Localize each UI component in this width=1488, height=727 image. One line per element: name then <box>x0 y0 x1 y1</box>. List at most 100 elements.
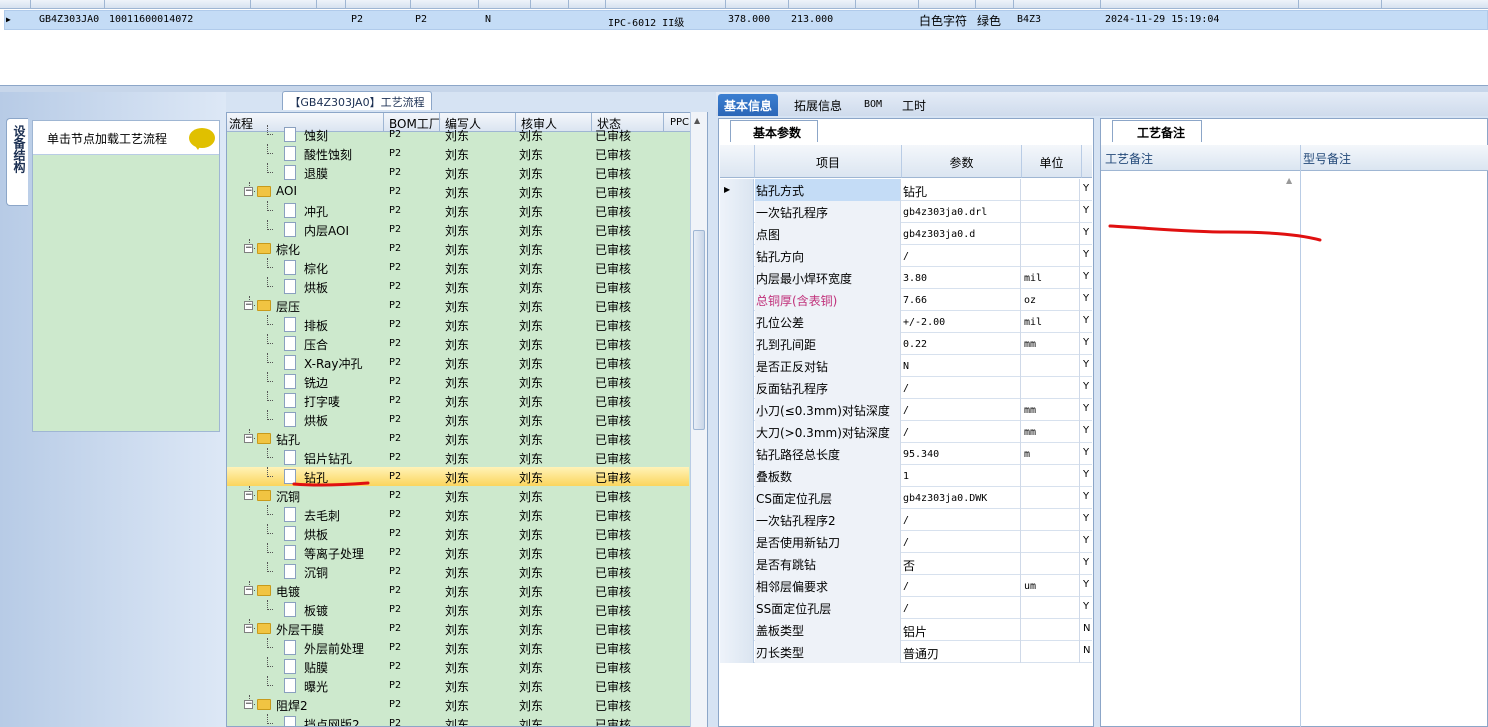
param-value[interactable]: / <box>902 509 1021 531</box>
param-value[interactable]: N <box>902 355 1021 377</box>
collapse-icon[interactable]: − <box>244 586 253 595</box>
param-row[interactable]: 小刀(≤0.3mm)对钻深度 / mm Y <box>720 399 1092 421</box>
remark-col-model[interactable]: 型号备注 <box>1303 150 1351 167</box>
row-header[interactable] <box>720 553 754 575</box>
params-col-value[interactable]: 参数 <box>902 145 1022 178</box>
tree-row[interactable]: − 外层干膜 P2 刘东 刘东 已审核 <box>227 619 689 638</box>
tab-process-flow[interactable]: 【GB4Z303JA0】工艺流程 <box>282 91 432 110</box>
row-header[interactable] <box>720 487 754 509</box>
tree-row[interactable]: − 层压 P2 刘东 刘东 已审核 <box>227 296 689 315</box>
tree-row[interactable]: 打字唛 P2 刘东 刘东 已审核 <box>227 391 689 410</box>
tree-row[interactable]: 烘板 P2 刘东 刘东 已审核 <box>227 524 689 543</box>
param-value[interactable]: / <box>902 421 1021 443</box>
row-header[interactable] <box>720 245 754 267</box>
tab-process-remark[interactable]: 工艺备注 <box>1112 120 1202 142</box>
param-row[interactable]: 盖板类型 铝片 N <box>720 619 1092 641</box>
row-header[interactable] <box>720 465 754 487</box>
param-value[interactable]: +/-2.00 <box>902 311 1021 333</box>
param-value[interactable]: / <box>902 597 1021 619</box>
param-row[interactable]: 是否正反对钻 N Y <box>720 355 1092 377</box>
tree-row[interactable]: 挡点网版2 P2 刘东 刘东 已审核 <box>227 714 689 726</box>
param-row[interactable]: 是否使用新钻刀 / Y <box>720 531 1092 553</box>
param-row[interactable]: 叠板数 1 Y <box>720 465 1092 487</box>
collapse-icon[interactable]: − <box>244 491 253 500</box>
tree-row[interactable]: 铝片钻孔 P2 刘东 刘东 已审核 <box>227 448 689 467</box>
tree-row[interactable]: − 阻焊2 P2 刘东 刘东 已审核 <box>227 695 689 714</box>
tree-row[interactable]: 沉铜 P2 刘东 刘东 已审核 <box>227 562 689 581</box>
params-col-item[interactable]: 项目 <box>755 145 902 178</box>
tree-row[interactable]: − 棕化 P2 刘东 刘东 已审核 <box>227 239 689 258</box>
row-header[interactable] <box>720 223 754 245</box>
param-row[interactable]: 钻孔方向 / Y <box>720 245 1092 267</box>
tree-row[interactable]: 压合 P2 刘东 刘东 已审核 <box>227 334 689 353</box>
row-header[interactable] <box>720 619 754 641</box>
param-value[interactable]: 3.80 <box>902 267 1021 289</box>
tree-row[interactable]: − 钻孔 P2 刘东 刘东 已审核 <box>227 429 689 448</box>
param-value[interactable]: 0.22 <box>902 333 1021 355</box>
tree-row[interactable]: X-Ray冲孔 P2 刘东 刘东 已审核 <box>227 353 689 372</box>
param-row[interactable]: 刃长类型 普通刃 N <box>720 641 1092 663</box>
tree-row[interactable]: 贴膜 P2 刘东 刘东 已审核 <box>227 657 689 676</box>
param-row[interactable]: 一次钻孔程序 gb4z303ja0.drl Y <box>720 201 1092 223</box>
tree-scrollbar[interactable]: ▲ <box>690 112 707 727</box>
top-grid-row[interactable]: ▶ GB4Z303JA0 10011600014072 P2 P2 N IPC-… <box>4 10 1488 30</box>
param-value[interactable]: / <box>902 531 1021 553</box>
tree-row[interactable]: 排板 P2 刘东 刘东 已审核 <box>227 315 689 334</box>
param-value[interactable]: gb4z303ja0.d <box>902 223 1021 245</box>
param-row[interactable]: CS面定位孔层 gb4z303ja0.DWK Y <box>720 487 1092 509</box>
tree-row[interactable]: − 电镀 P2 刘东 刘东 已审核 <box>227 581 689 600</box>
row-header[interactable] <box>720 399 754 421</box>
param-value[interactable]: 铝片 <box>902 619 1021 641</box>
param-value[interactable]: 95.340 <box>902 443 1021 465</box>
row-header[interactable] <box>720 421 754 443</box>
param-value[interactable]: 普通刃 <box>902 641 1021 663</box>
tree-row[interactable]: 酸性蚀刻 P2 刘东 刘东 已审核 <box>227 144 689 163</box>
collapse-icon[interactable]: − <box>244 434 253 443</box>
tab-basic-params[interactable]: 基本参数 <box>730 120 818 142</box>
collapse-icon[interactable]: − <box>244 700 253 709</box>
param-value[interactable]: / <box>902 399 1021 421</box>
tree-row[interactable]: 蚀刻 P2 刘东 刘东 已审核 <box>227 125 689 144</box>
tree-row[interactable]: 烘板 P2 刘东 刘东 已审核 <box>227 410 689 429</box>
param-value[interactable]: gb4z303ja0.DWK <box>902 487 1021 509</box>
param-row[interactable]: 总铜厚(含表铜) 7.66 oz Y <box>720 289 1092 311</box>
params-col-unit[interactable]: 单位 <box>1022 145 1082 178</box>
row-header[interactable] <box>720 355 754 377</box>
param-value[interactable]: / <box>902 245 1021 267</box>
param-row[interactable]: 相邻层偏要求 / um Y <box>720 575 1092 597</box>
remark-scroll-up-icon[interactable]: ▲ <box>1286 176 1292 185</box>
row-header[interactable] <box>720 531 754 553</box>
remark-col-process[interactable]: 工艺备注 <box>1105 150 1153 167</box>
row-header[interactable] <box>720 575 754 597</box>
tree-row[interactable]: 去毛刺 P2 刘东 刘东 已审核 <box>227 505 689 524</box>
row-header[interactable] <box>720 267 754 289</box>
scroll-up-icon[interactable]: ▲ <box>694 116 700 125</box>
param-row[interactable]: 点图 gb4z303ja0.d Y <box>720 223 1092 245</box>
row-header[interactable] <box>720 377 754 399</box>
param-row[interactable]: 一次钻孔程序2/ Y <box>720 509 1092 531</box>
param-value[interactable]: 否 <box>902 553 1021 575</box>
row-header[interactable] <box>720 201 754 223</box>
collapse-icon[interactable]: − <box>244 187 253 196</box>
param-row[interactable]: 内层最小焊环宽度 3.80 mil Y <box>720 267 1092 289</box>
tab-equipment-structure[interactable]: 设备结构 <box>6 118 28 206</box>
param-row[interactable]: 孔到孔间距 0.22 mm Y <box>720 333 1092 355</box>
tree-row[interactable]: − 沉铜 P2 刘东 刘东 已审核 <box>227 486 689 505</box>
tab-extended-info[interactable]: 拓展信息 <box>788 94 848 116</box>
tab-bom[interactable]: BOM <box>858 94 888 116</box>
param-value[interactable]: / <box>902 377 1021 399</box>
tree-row[interactable]: 棕化 P2 刘东 刘东 已审核 <box>227 258 689 277</box>
param-value[interactable]: / <box>902 575 1021 597</box>
tree-row[interactable]: 板镀 P2 刘东 刘东 已审核 <box>227 600 689 619</box>
tree-row[interactable]: 冲孔 P2 刘东 刘东 已审核 <box>227 201 689 220</box>
param-value[interactable]: 7.66 <box>902 289 1021 311</box>
param-row[interactable]: ▶ 钻孔方式 钻孔 Y <box>720 179 1092 201</box>
param-value[interactable]: 1 <box>902 465 1021 487</box>
param-value[interactable]: 钻孔 <box>902 179 1021 201</box>
collapse-icon[interactable]: − <box>244 624 253 633</box>
param-row[interactable]: SS面定位孔层 / Y <box>720 597 1092 619</box>
param-row[interactable]: 是否有跳钻否 Y <box>720 553 1092 575</box>
row-header[interactable] <box>720 597 754 619</box>
collapse-icon[interactable]: − <box>244 244 253 253</box>
collapse-icon[interactable]: − <box>244 301 253 310</box>
